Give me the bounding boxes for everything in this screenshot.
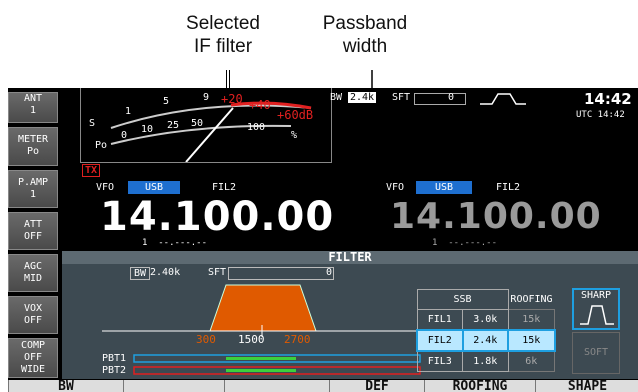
filter-panel: FILTER BW 2.40k SFT 0 300 1500 2700 PBT1…	[62, 251, 638, 379]
softkey-att[interactable]: ATT OFF	[8, 212, 58, 250]
top-sft-label: SFT	[392, 92, 411, 103]
top-status-bar: BW 2.4k SFT 0	[328, 92, 534, 106]
softkey-att-value: OFF	[23, 231, 43, 242]
clock-time: 14:42	[584, 90, 632, 108]
filter-row[interactable]: FIL3 1.8k 6k	[416, 350, 555, 372]
vfo-main-label: VFO	[96, 182, 115, 193]
pbt1-label: PBT1	[102, 353, 127, 364]
softkey-meter-value: Po	[26, 146, 40, 157]
softkey-comp-value: OFF	[23, 352, 43, 363]
meter-s-plus40: +40	[249, 98, 271, 112]
soft-button[interactable]: SOFT	[572, 332, 620, 374]
softkey-meter[interactable]: METER Po	[8, 127, 58, 166]
meter-po-100: 100	[247, 122, 266, 133]
softkey-agc[interactable]: AGC MID	[8, 254, 58, 292]
roofing-header: ROOFING	[510, 293, 553, 305]
filter-scale-low: 300	[196, 333, 216, 346]
radio-display: ANT 1 METER Po P.AMP 1 ATT OFF AGC MID V…	[8, 88, 638, 392]
meter-s-9: 9	[203, 92, 210, 103]
softkey-ant-label: ANT	[23, 93, 43, 104]
softkey-comp-label: COMP	[20, 340, 46, 351]
vfo-sub-label: VFO	[386, 182, 405, 193]
softkey-vox-label: VOX	[23, 303, 43, 314]
filter-scale-high: 2700	[284, 333, 311, 346]
sharp-label: SHARP	[580, 290, 612, 301]
top-sft-value: 0	[448, 92, 455, 103]
filter-bw-value[interactable]: 2.40k	[150, 267, 180, 278]
meter-po-25: 25	[167, 120, 180, 131]
soft-label: SOFT	[583, 347, 609, 358]
pbt2-label: PBT2	[102, 365, 127, 376]
sharp-button[interactable]: SHARP	[572, 288, 620, 330]
filter-row-roofing-selected[interactable]: 15k	[507, 329, 556, 352]
top-sft-box[interactable]	[414, 93, 466, 105]
meter: S 1 5 9 +20 +40 +60dB Po 0 10 25 50 100 …	[80, 88, 332, 163]
filter-sft-value: 0	[326, 267, 333, 278]
vfo-main-frequency[interactable]: 14.100.00	[100, 194, 334, 240]
tx-indicator: TX	[82, 164, 101, 177]
filter-scale-center: 1500	[238, 333, 265, 346]
filter-row-name[interactable]: FIL1	[416, 309, 463, 331]
vfo-sub-filter[interactable]: FIL2	[496, 182, 520, 193]
vfo-main-filter[interactable]: FIL2	[212, 182, 236, 193]
softkey-vox-value: OFF	[23, 315, 43, 326]
filter-sft-label: SFT	[208, 267, 227, 278]
filter-row-name-selected[interactable]: FIL2	[416, 329, 464, 352]
top-bw-label: BW	[330, 92, 343, 103]
filter-row[interactable]: FIL2 2.4k 15k	[416, 329, 556, 352]
vfo-sub-frequency[interactable]: 14.100.00	[390, 196, 602, 238]
filter-passband-graph	[102, 284, 421, 375]
meter-po-10: 10	[141, 124, 154, 135]
softkey-att-label: ATT	[23, 219, 43, 230]
passband-shape-icon	[480, 93, 526, 105]
vfo-main-mode[interactable]: USB	[128, 181, 180, 194]
softkey-vox[interactable]: VOX OFF	[8, 296, 58, 334]
vfo-main-sub: 1 --.---.--	[142, 238, 208, 248]
filter-bw-label-text: BW	[134, 268, 147, 279]
vfo-sub-sub: 1 --.---.--	[432, 238, 498, 248]
meter-po-percent: %	[291, 130, 298, 141]
softkey-pamp-value: 1	[29, 189, 37, 200]
function-key-def[interactable]: DEF	[329, 380, 424, 392]
vfo-sub-mode[interactable]: USB	[416, 181, 472, 194]
softkey-ant[interactable]: ANT 1	[8, 92, 58, 123]
softkey-ant-value: 1	[29, 105, 37, 116]
meter-po-0: 0	[121, 130, 128, 141]
sharp-shape-icon	[580, 305, 614, 325]
softkey-agc-value: MID	[23, 273, 43, 284]
clock-utc: UTC 14:42	[576, 110, 625, 120]
top-bw-value[interactable]: 2.4k	[348, 92, 377, 103]
filter-row-name[interactable]: FIL3	[416, 350, 463, 372]
filter-table: SSB ROOFING FIL1 3.0k 15k FIL2 2.4k 15k …	[416, 289, 556, 372]
filter-panel-title: FILTER	[62, 251, 638, 264]
filter-row-value[interactable]: 1.8k	[462, 350, 509, 372]
filter-row[interactable]: FIL1 3.0k 15k	[416, 309, 555, 331]
function-key-bw[interactable]: BW	[8, 380, 123, 392]
softkey-pamp[interactable]: P.AMP 1	[8, 170, 58, 208]
function-key-shape[interactable]: SHAPE	[535, 380, 638, 392]
function-key-roofing[interactable]: ROOFING	[424, 380, 535, 392]
meter-po-label: Po	[95, 140, 108, 151]
meter-s-1: 1	[125, 106, 132, 117]
function-key-blank-1[interactable]	[123, 380, 224, 392]
filter-row-roofing[interactable]: 15k	[507, 309, 555, 331]
meter-po-50: 50	[191, 118, 204, 129]
function-key-blank-2[interactable]	[224, 380, 329, 392]
filter-row-value-selected[interactable]: 2.4k	[461, 329, 509, 352]
softkey-comp-width: WIDE	[20, 364, 46, 375]
meter-s-label: S	[89, 118, 96, 129]
softkey-agc-label: AGC	[23, 261, 43, 272]
filter-row-value[interactable]: 3.0k	[462, 309, 509, 331]
softkey-pamp-label: P.AMP	[17, 177, 49, 188]
softkey-comp[interactable]: COMP OFF WIDE	[8, 338, 58, 378]
meter-s-plus60: +60dB	[277, 108, 314, 122]
meter-s-plus20: +20	[221, 92, 243, 106]
filter-table-header: SSB	[416, 289, 509, 310]
softkey-meter-label: METER	[17, 134, 49, 145]
filter-row-roofing[interactable]: 6k	[507, 350, 555, 372]
meter-s-5: 5	[163, 96, 170, 107]
